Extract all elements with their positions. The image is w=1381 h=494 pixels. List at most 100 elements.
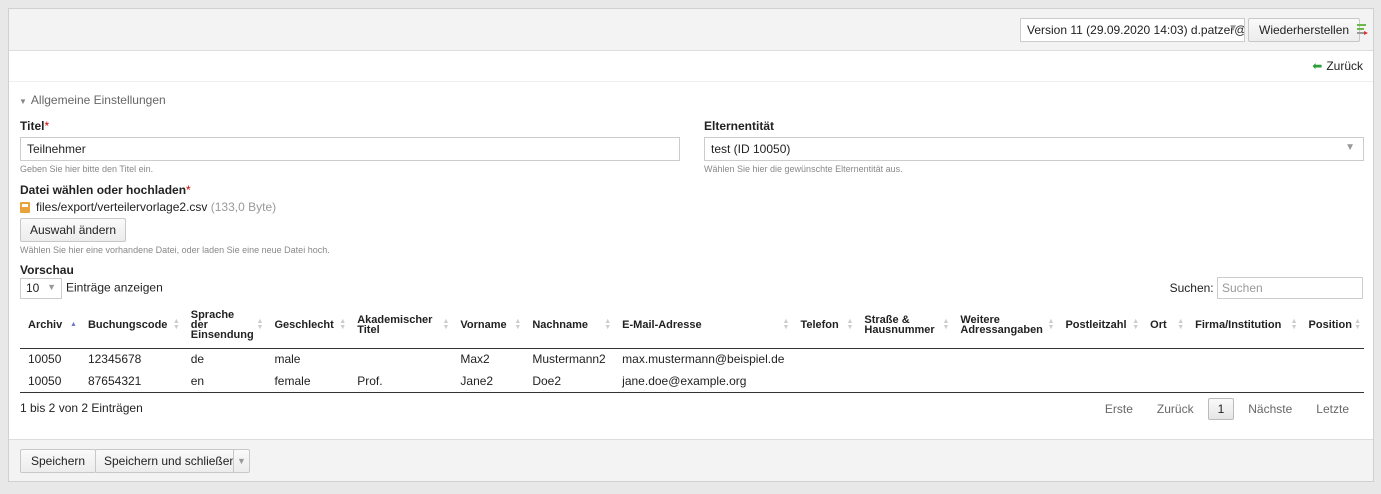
- chevron-down-icon: ▼: [47, 282, 56, 292]
- column-header-label: Sprache der Einsendung: [190, 308, 254, 341]
- column-header[interactable]: Akademischer Titel ▲ ▼: [349, 302, 453, 349]
- main-panel: Version 11 (29.09.2020 14:03) d.patzer@ …: [8, 8, 1374, 482]
- title-help: Geben Sie hier bitte den Titel ein.: [20, 164, 154, 174]
- title-input[interactable]: Teilnehmer: [20, 137, 680, 161]
- column-header[interactable]: Ort ▲ ▼: [1142, 302, 1188, 349]
- column-header-label: E-Mail-Adresse: [622, 318, 702, 331]
- table-cell: [952, 348, 1057, 370]
- pager-next[interactable]: Nächste: [1236, 399, 1304, 419]
- table-cell: [349, 348, 452, 370]
- column-header-label: Telefon: [800, 318, 839, 331]
- table-cell: [792, 370, 857, 393]
- column-header-label: Vorname: [460, 318, 507, 331]
- table-cell: Mustermann2: [532, 352, 606, 367]
- column-header[interactable]: Telefon ▲ ▼: [792, 302, 857, 349]
- restore-button[interactable]: Wiederherstellen: [1248, 18, 1361, 42]
- chevron-down-icon: ▼: [237, 456, 246, 466]
- sort-icon: ▲ ▼: [604, 317, 612, 331]
- pager-prev[interactable]: Zurück: [1145, 399, 1206, 419]
- table-cell: Doe2: [524, 370, 615, 393]
- parent-help: Wählen Sie hier die gewünschte Elternent…: [704, 164, 903, 174]
- chevron-down-icon: ▼: [1345, 142, 1355, 153]
- column-header[interactable]: Firma/Institution ▲ ▼: [1187, 302, 1301, 349]
- section-toggle[interactable]: ▼ Allgemeine Einstellungen: [19, 93, 166, 107]
- parent-select-value: test (ID 10050): [711, 142, 791, 156]
- table-cell: female: [266, 370, 350, 393]
- parent-select[interactable]: test (ID 10050) ▼: [704, 137, 1364, 161]
- sort-icon: ▲ ▼: [256, 317, 264, 331]
- save-and-close-button[interactable]: Speichern und schließen: [95, 449, 246, 473]
- column-header[interactable]: Archiv ▲: [20, 302, 80, 349]
- column-header[interactable]: Sprache der Einsendung ▲ ▼: [182, 302, 267, 349]
- column-header-label: Nachname: [532, 318, 588, 331]
- table-cell: [1057, 348, 1142, 370]
- table-cell: male: [274, 352, 301, 367]
- sort-icon: ▲ ▼: [1290, 317, 1298, 331]
- column-header[interactable]: E-Mail-Adresse ▲ ▼: [614, 302, 793, 349]
- search-input[interactable]: [1217, 277, 1363, 299]
- column-header-label: Archiv: [28, 318, 63, 331]
- table-cell: max.mustermann@beispiel.de: [622, 352, 785, 367]
- column-header[interactable]: Geschlecht ▲ ▼: [266, 302, 350, 349]
- pager-first[interactable]: Erste: [1093, 399, 1145, 419]
- form-footer: Speichern Speichern und schließen ▼: [9, 439, 1373, 481]
- column-header-label: Straße & Hausnummer: [864, 313, 935, 336]
- table-cell: 10050: [20, 370, 80, 393]
- column-header[interactable]: Position ▲ ▼: [1300, 302, 1364, 349]
- sort-icon: ▲ ▼: [846, 317, 854, 331]
- version-select-value: Version 11 (29.09.2020 14:03) d.patzer@: [1027, 23, 1245, 37]
- file-label: Datei wählen oder hochladen*: [20, 183, 191, 197]
- table-cell: [792, 348, 856, 370]
- file-size: (133,0 Byte): [210, 200, 277, 214]
- sort-icon: ▲ ▼: [442, 317, 450, 331]
- file-icon: [20, 202, 30, 213]
- column-header-label: Akademischer Titel: [357, 313, 433, 336]
- pager-last[interactable]: Letzte: [1304, 399, 1361, 419]
- table-cell: [1187, 348, 1300, 370]
- sort-icon: ▲ ▼: [1354, 317, 1361, 331]
- save-button[interactable]: Speichern: [20, 449, 97, 473]
- pagination: Erste Zurück 1 Nächste Letzte: [1093, 398, 1361, 420]
- search-label: Suchen:: [1169, 281, 1214, 295]
- table-cell: [1301, 348, 1364, 370]
- column-header[interactable]: Nachname ▲ ▼: [524, 302, 615, 349]
- sort-icon: ▲ ▼: [782, 317, 790, 331]
- table-cell: Max2: [460, 352, 490, 367]
- column-header-label: Geschlecht: [274, 318, 334, 331]
- file-path: files/export/verteilervorlage2.csv: [36, 200, 208, 214]
- table-cell: [1142, 370, 1188, 393]
- change-selection-button[interactable]: Auswahl ändern: [20, 218, 127, 242]
- column-header-label: Weitere Adressangaben: [960, 313, 1043, 336]
- table-header-row: Archiv ▲ Buchungscode ▲ ▼ Sprache der Einsendun…: [20, 302, 1364, 349]
- back-link[interactable]: ⬅ Zurück: [1312, 59, 1363, 73]
- sort-icon: ▲ ▼: [1132, 317, 1140, 331]
- table-cell: en: [182, 370, 267, 393]
- sort-icon: ▲ ▼: [942, 317, 950, 331]
- column-header[interactable]: Straße & Hausnummer ▲ ▼: [856, 302, 953, 349]
- table-cell: [856, 348, 952, 370]
- column-header-label: Position: [1308, 318, 1352, 331]
- sort-icon: ▲ ▼: [339, 317, 347, 331]
- file-help: Wählen Sie hier eine vorhandene Datei, o…: [20, 245, 330, 255]
- restore-version-icon[interactable]: [1356, 23, 1368, 35]
- preview-table: Archiv ▲ Buchungscode ▲ ▼ Sprache der Einsendun…: [20, 302, 1364, 393]
- save-options-dropdown[interactable]: ▼: [233, 449, 250, 473]
- table-cell: jane.doe@example.org: [614, 370, 793, 393]
- column-header[interactable]: Postleitzahl ▲ ▼: [1057, 302, 1143, 349]
- column-header-label: Postleitzahl: [1065, 318, 1127, 331]
- table-info: 1 bis 2 von 2 Einträgen: [20, 401, 143, 415]
- sort-icon: ▲ ▼: [1047, 317, 1055, 331]
- column-header[interactable]: Buchungscode ▲ ▼: [79, 302, 183, 349]
- column-header[interactable]: Weitere Adressangaben ▲ ▼: [952, 302, 1058, 349]
- page-length-label: Einträge anzeigen: [66, 280, 163, 295]
- pager-page-1[interactable]: 1: [1207, 398, 1235, 420]
- table-search: Suchen:: [1170, 277, 1363, 299]
- section-legend-label: Allgemeine Einstellungen: [30, 93, 166, 107]
- column-header[interactable]: Vorname ▲ ▼: [452, 302, 525, 349]
- sort-icon: ▲ ▼: [1177, 317, 1185, 331]
- version-select[interactable]: Version 11 (29.09.2020 14:03) d.patzer@ …: [1020, 18, 1245, 42]
- table-cell: [952, 370, 1058, 393]
- column-header-label: Buchungscode: [87, 318, 168, 331]
- page-length-control: 10 ▼ Einträge anzeigen: [20, 278, 163, 299]
- page-length-select[interactable]: 10 ▼: [20, 278, 62, 299]
